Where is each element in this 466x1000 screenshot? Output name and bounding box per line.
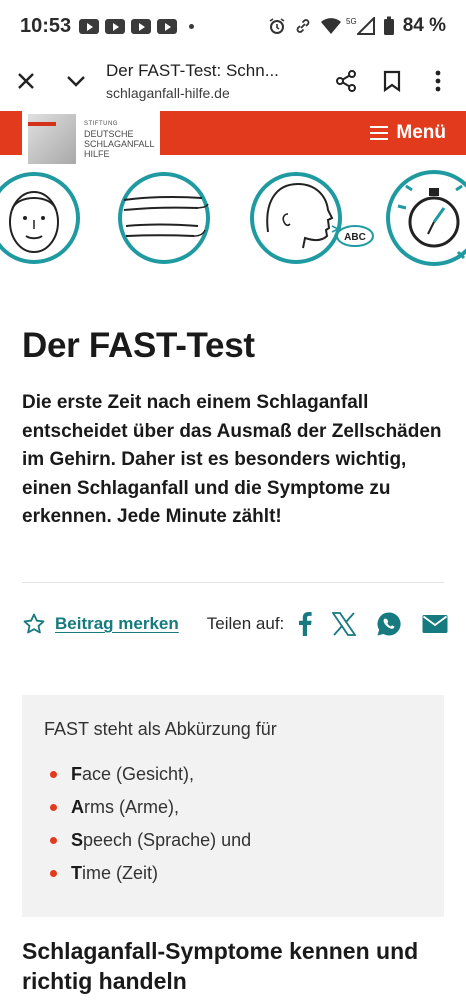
star-outline-icon [23,613,45,634]
list-item-letter: A [71,797,84,817]
bullet-icon [50,804,57,811]
bookmark-icon [383,70,401,92]
list-item: Speech (Sprache) und [44,824,422,857]
logo-line1: STIFTUNG [84,121,118,127]
logo-line4: HILFE [84,149,110,159]
bullet-icon [50,837,57,844]
divider [22,582,444,583]
list-item-letter: F [71,764,82,784]
share-whatsapp-button[interactable] [376,611,402,637]
signal-icon [356,17,375,35]
youtube-icon [131,18,152,34]
face-icon [0,172,80,264]
list-item: Arms (Arme), [44,791,422,824]
fast-pictograms: ABC [0,162,466,272]
list-item: Face (Gesicht), [44,758,422,791]
browser-toolbar: Der FAST-Test: Schn... schlaganfall-hilf… [0,52,466,110]
stopwatch-icon [386,170,466,266]
battery-icon [383,16,394,35]
speech-badge-text: ABC [344,232,366,243]
fast-list: Face (Gesicht), Arms (Arme), Speech (Sprach… [44,758,422,890]
battery-level: 84 % [402,15,446,36]
youtube-icon [79,18,100,34]
more-vert-icon [435,70,441,92]
notification-dot-icon [189,23,195,29]
page-title: Der FAST-Test [22,326,255,365]
bookmark-article-link[interactable]: Beitrag merken [22,612,179,636]
share-label: Teilen auf: [206,614,285,633]
site-logo[interactable]: STIFTUNG DEUTSCHE SCHLAGANFALL HILFE [22,111,160,167]
bookmark-label: Beitrag merken [55,614,179,633]
wifi-icon [321,18,342,34]
speech-icon: ABC [250,172,374,264]
youtube-icon [157,18,178,34]
logo-line2: DEUTSCHE [84,129,134,139]
bookmark-button[interactable] [372,61,412,101]
youtube-icon [105,18,126,34]
whatsapp-icon [377,612,401,636]
menu-label: Menü [396,122,446,143]
x-icon [332,612,356,636]
list-item-translation: (Sprache) und [137,830,252,850]
list-item-rest: ace [82,764,112,784]
email-icon [422,615,448,633]
logo-line3: SCHLAGANFALL [84,139,155,149]
list-item-rest: rms [84,797,114,817]
share-icon [336,70,356,92]
site-header: STIFTUNG DEUTSCHE SCHLAGANFALL HILFE Men… [0,111,466,167]
logo-image [28,114,76,164]
close-tab-button[interactable] [6,61,46,101]
expand-button[interactable] [56,61,96,101]
status-time: 10:53 [20,14,72,37]
menu-button[interactable]: Menü [370,111,446,155]
info-intro: FAST steht als Abkürzung für [44,719,277,739]
share-button[interactable] [326,61,366,101]
facebook-icon [299,612,312,636]
list-item-translation: (Gesicht), [116,764,195,784]
chevron-down-icon [67,76,85,87]
list-item-translation: (Zeit) [116,863,159,883]
hamburger-icon [370,126,389,140]
share-x-button[interactable] [332,612,356,636]
list-item-rest: ime [82,863,112,883]
list-item-letter: S [71,830,84,850]
list-item-letter: T [71,863,82,883]
lead-paragraph: Die erste Zeit nach einem Schlaganfall e… [22,392,442,527]
close-icon [18,73,34,89]
bullet-icon [50,771,57,778]
share-email-button[interactable] [422,614,448,634]
section-heading: Schlaganfall-Symptome kennen und richtig… [22,938,419,994]
share-facebook-button[interactable] [298,612,312,636]
list-item: Time (Zeit) [44,857,422,890]
arms-icon [118,172,210,264]
status-bar: 10:53 5G 84 % [0,0,466,52]
page-title-browser: Der FAST-Test: Schn... [106,61,279,80]
alarm-icon [269,18,285,34]
bullet-icon [50,870,57,877]
fast-info-box: FAST steht als Abkürzung für Face (Gesich… [22,695,444,917]
list-item-rest: peech [83,830,133,850]
network-label: 5G [346,16,357,26]
logo-text: STIFTUNG DEUTSCHE SCHLAGANFALL HILFE [84,119,155,159]
share-row: Beitrag merken Teilen auf: [22,604,448,644]
url-label: schlaganfall-hilfe.de [106,85,230,101]
tab-info[interactable]: Der FAST-Test: Schn... schlaganfall-hilf… [106,61,306,101]
more-options-button[interactable] [418,61,458,101]
link-icon [296,19,310,33]
list-item-translation: (Arme), [119,797,179,817]
